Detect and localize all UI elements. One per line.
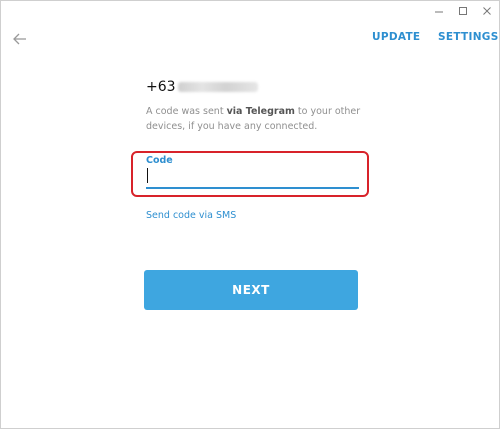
maximize-icon[interactable] xyxy=(453,3,473,19)
phone-prefix: +63 xyxy=(146,79,176,95)
code-label: Code xyxy=(146,155,173,166)
back-button[interactable] xyxy=(10,29,30,49)
code-input[interactable] xyxy=(146,167,359,189)
description-text-1: A code was sent xyxy=(146,106,227,117)
send-code-sms-link[interactable]: Send code via SMS xyxy=(146,210,236,221)
minimize-icon[interactable] xyxy=(429,3,449,19)
code-sent-description: A code was sent via Telegram to your oth… xyxy=(146,104,366,134)
close-icon[interactable] xyxy=(477,3,497,19)
next-button[interactable]: NEXT xyxy=(144,270,358,310)
settings-link[interactable]: SETTINGS xyxy=(438,31,499,43)
update-link[interactable]: UPDATE xyxy=(372,31,420,43)
description-bold: via Telegram xyxy=(226,106,295,117)
telegram-window: UPDATE SETTINGS +63 A code was sent via … xyxy=(0,0,500,429)
phone-number: +63 xyxy=(146,79,258,95)
code-field-highlight: Code xyxy=(131,151,369,197)
text-cursor xyxy=(147,168,148,183)
arrow-left-icon xyxy=(13,33,26,45)
phone-number-redacted xyxy=(177,82,258,92)
title-bar xyxy=(1,1,499,21)
